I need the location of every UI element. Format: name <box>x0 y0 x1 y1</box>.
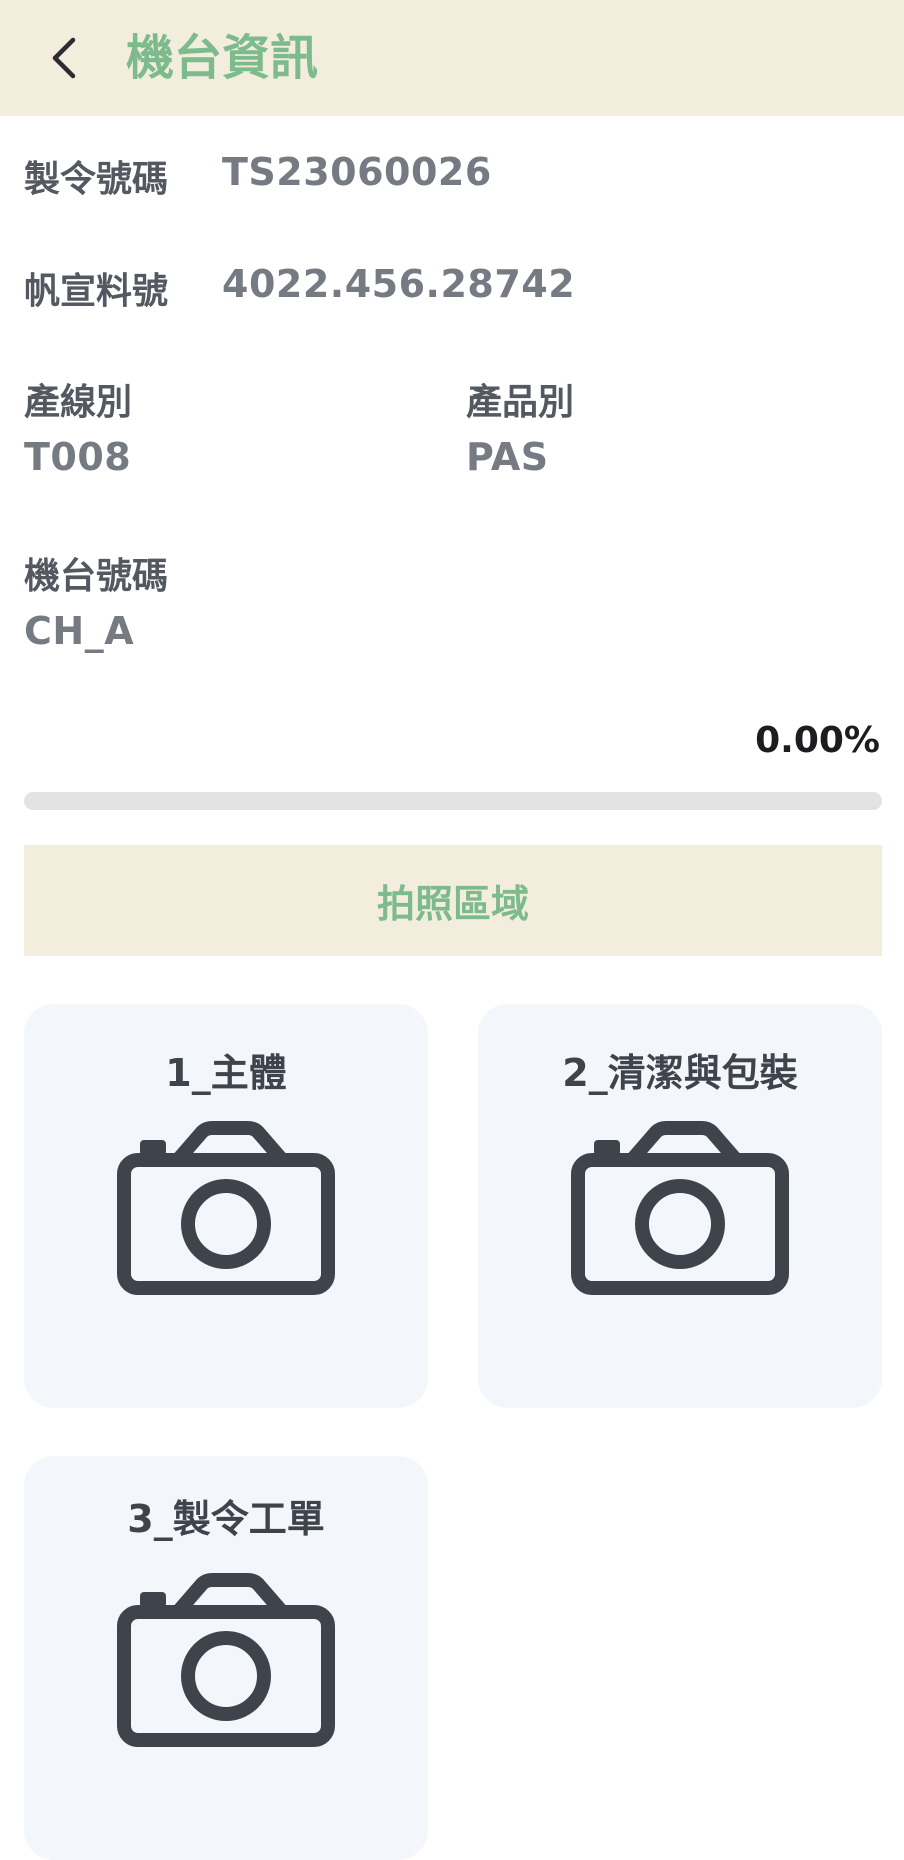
photo-zone-label: 拍照區域 <box>376 882 529 926</box>
order-no-label: 製令號碼 <box>24 159 169 200</box>
photo-zone-button[interactable]: 拍照區域 <box>24 845 882 956</box>
progress-bar <box>24 792 882 810</box>
part-no-value: 4022.456.28742 <box>222 262 576 306</box>
camera-icon <box>117 1573 335 1747</box>
progress-percentage: 0.00% <box>755 720 880 761</box>
back-button[interactable] <box>36 30 92 86</box>
photo-card-title: 3_製令工單 <box>127 1497 325 1541</box>
photo-card-work-order[interactable]: 3_製令工單 <box>24 1456 428 1860</box>
page-title: 機台資訊 <box>126 30 319 86</box>
camera-icon <box>117 1121 335 1295</box>
order-no-value: TS23060026 <box>222 150 492 194</box>
camera-icon <box>571 1121 789 1295</box>
photo-card-cleaning-packaging[interactable]: 2_清潔與包裝 <box>478 1004 882 1408</box>
machine-label: 機台號碼 <box>24 556 169 597</box>
line-label: 產線別 <box>24 382 133 423</box>
machine-value: CH_A <box>24 609 135 653</box>
product-value: PAS <box>466 435 549 479</box>
product-label: 產品別 <box>466 382 575 423</box>
photo-card-title: 2_清潔與包裝 <box>562 1051 798 1095</box>
photo-card-main-body[interactable]: 1_主體 <box>24 1004 428 1408</box>
chevron-left-icon <box>52 37 76 79</box>
app-header: 機台資訊 <box>0 0 904 116</box>
photo-card-title: 1_主體 <box>165 1051 287 1095</box>
line-value: T008 <box>24 435 132 479</box>
part-no-label: 帆宣料號 <box>24 271 169 312</box>
